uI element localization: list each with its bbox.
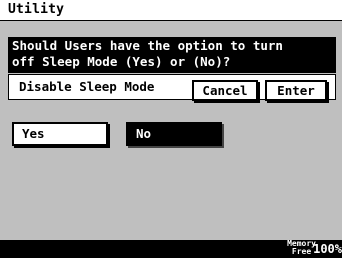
status-bar: Memory Free 100% [0,240,342,258]
memory-value: 100% [313,242,342,256]
option-yes-button[interactable]: Yes [12,122,108,146]
memory-label-line2: Free [291,247,312,256]
cancel-button[interactable]: Cancel [192,80,258,101]
option-no-button[interactable]: No [126,122,222,146]
screen-title: Utility [8,2,65,17]
memory-label: Memory Free [287,240,316,256]
prompt-line-1: Should Users have the option to turn [12,38,283,53]
enter-button[interactable]: Enter [265,80,327,101]
prompt-message: Should Users have the option to turn off… [8,37,336,73]
setting-label: Disable Sleep Mode [19,79,155,94]
title-bar: Utility [0,0,342,21]
prompt-line-2: off Sleep Mode (Yes) or (No)? [12,54,231,69]
